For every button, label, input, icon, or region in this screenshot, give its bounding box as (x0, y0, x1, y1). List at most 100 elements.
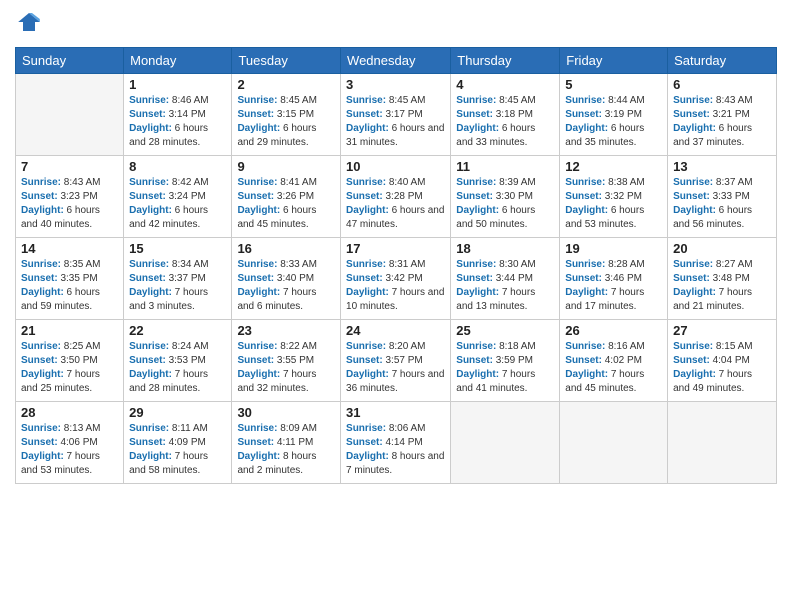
calendar-cell: 7 Sunrise: 8:43 AMSunset: 3:23 PMDaylight… (16, 156, 124, 238)
calendar-cell: 5 Sunrise: 8:44 AMSunset: 3:19 PMDaylight… (560, 74, 668, 156)
calendar-cell (560, 402, 668, 484)
calendar-cell (668, 402, 777, 484)
calendar-cell: 28 Sunrise: 8:13 AMSunset: 4:06 PMDayligh… (16, 402, 124, 484)
calendar-cell: 2 Sunrise: 8:45 AMSunset: 3:15 PMDaylight… (232, 74, 341, 156)
day-number: 28 (21, 405, 118, 420)
day-info: Sunrise: 8:24 AMSunset: 3:53 PMDaylight:… (129, 340, 226, 396)
day-info: Sunrise: 8:13 AMSunset: 4:06 PMDaylight:… (21, 422, 118, 478)
day-number: 25 (456, 323, 554, 338)
header (15, 10, 777, 39)
calendar-cell (451, 402, 560, 484)
week-row-5: 28 Sunrise: 8:13 AMSunset: 4:06 PMDayligh… (16, 402, 777, 484)
day-number: 3 (346, 77, 445, 92)
day-number: 22 (129, 323, 226, 338)
day-info: Sunrise: 8:39 AMSunset: 3:30 PMDaylight:… (456, 176, 554, 232)
day-number: 8 (129, 159, 226, 174)
day-number: 7 (21, 159, 118, 174)
calendar-cell: 6 Sunrise: 8:43 AMSunset: 3:21 PMDaylight… (668, 74, 777, 156)
calendar-cell: 11 Sunrise: 8:39 AMSunset: 3:30 PMDayligh… (451, 156, 560, 238)
calendar-cell: 22 Sunrise: 8:24 AMSunset: 3:53 PMDayligh… (124, 320, 232, 402)
calendar-cell (16, 74, 124, 156)
calendar-cell: 30Sunrise: 8:09 AMSunset: 4:11 PMDayligh… (232, 402, 341, 484)
column-header-monday: Monday (124, 48, 232, 74)
calendar-cell: 21 Sunrise: 8:25 AMSunset: 3:50 PMDayligh… (16, 320, 124, 402)
day-info: Sunrise: 8:37 AMSunset: 3:33 PMDaylight:… (673, 176, 771, 232)
calendar-cell: 31 Sunrise: 8:06 AMSunset: 4:14 PMDayligh… (341, 402, 451, 484)
day-number: 19 (565, 241, 662, 256)
page: SundayMondayTuesdayWednesdayThursdayFrid… (0, 0, 792, 612)
day-number: 20 (673, 241, 771, 256)
day-info: Sunrise: 8:34 AMSunset: 3:37 PMDaylight:… (129, 258, 226, 314)
day-info: Sunrise: 8:38 AMSunset: 3:32 PMDaylight:… (565, 176, 662, 232)
day-info: Sunrise: 8:16 AMSunset: 4:02 PMDaylight:… (565, 340, 662, 396)
column-header-wednesday: Wednesday (341, 48, 451, 74)
day-number: 31 (346, 405, 445, 420)
calendar-cell: 27 Sunrise: 8:15 AMSunset: 4:04 PMDayligh… (668, 320, 777, 402)
day-info: Sunrise: 8:35 AMSunset: 3:35 PMDaylight:… (21, 258, 118, 314)
day-info: Sunrise: 8:41 AMSunset: 3:26 PMDaylight:… (237, 176, 335, 232)
week-row-1: 1 Sunrise: 8:46 AMSunset: 3:14 PMDaylight… (16, 74, 777, 156)
day-number: 27 (673, 323, 771, 338)
calendar-cell: 8 Sunrise: 8:42 AMSunset: 3:24 PMDaylight… (124, 156, 232, 238)
logo (15, 10, 41, 39)
day-number: 18 (456, 241, 554, 256)
day-info: Sunrise: 8:30 AMSunset: 3:44 PMDaylight:… (456, 258, 554, 314)
day-info: Sunrise: 8:15 AMSunset: 4:04 PMDaylight:… (673, 340, 771, 396)
column-header-saturday: Saturday (668, 48, 777, 74)
calendar-cell: 24Sunrise: 8:20 AMSunset: 3:57 PMDayligh… (341, 320, 451, 402)
calendar-cell: 12Sunrise: 8:38 AMSunset: 3:32 PMDayligh… (560, 156, 668, 238)
calendar-cell: 26 Sunrise: 8:16 AMSunset: 4:02 PMDayligh… (560, 320, 668, 402)
day-number: 1 (129, 77, 226, 92)
day-info: Sunrise: 8:20 AMSunset: 3:57 PMDaylight:… (346, 340, 445, 396)
day-info: Sunrise: 8:28 AMSunset: 3:46 PMDaylight:… (565, 258, 662, 314)
day-number: 6 (673, 77, 771, 92)
column-header-friday: Friday (560, 48, 668, 74)
day-info: Sunrise: 8:06 AMSunset: 4:14 PMDaylight:… (346, 422, 445, 478)
calendar-cell: 23Sunrise: 8:22 AMSunset: 3:55 PMDayligh… (232, 320, 341, 402)
calendar-cell: 14 Sunrise: 8:35 AMSunset: 3:35 PMDayligh… (16, 238, 124, 320)
day-info: Sunrise: 8:45 AMSunset: 3:15 PMDaylight:… (237, 94, 335, 150)
calendar-cell: 3Sunrise: 8:45 AMSunset: 3:17 PMDaylight… (341, 74, 451, 156)
week-row-4: 21 Sunrise: 8:25 AMSunset: 3:50 PMDayligh… (16, 320, 777, 402)
calendar-header-row: SundayMondayTuesdayWednesdayThursdayFrid… (16, 48, 777, 74)
day-info: Sunrise: 8:42 AMSunset: 3:24 PMDaylight:… (129, 176, 226, 232)
calendar-cell: 13 Sunrise: 8:37 AMSunset: 3:33 PMDayligh… (668, 156, 777, 238)
day-info: Sunrise: 8:31 AMSunset: 3:42 PMDaylight:… (346, 258, 445, 314)
day-number: 4 (456, 77, 554, 92)
day-info: Sunrise: 8:25 AMSunset: 3:50 PMDaylight:… (21, 340, 118, 396)
calendar-cell: 15Sunrise: 8:34 AMSunset: 3:37 PMDayligh… (124, 238, 232, 320)
column-header-tuesday: Tuesday (232, 48, 341, 74)
day-info: Sunrise: 8:46 AMSunset: 3:14 PMDaylight:… (129, 94, 226, 150)
week-row-2: 7 Sunrise: 8:43 AMSunset: 3:23 PMDaylight… (16, 156, 777, 238)
day-info: Sunrise: 8:43 AMSunset: 3:23 PMDaylight:… (21, 176, 118, 232)
column-header-thursday: Thursday (451, 48, 560, 74)
day-number: 9 (237, 159, 335, 174)
day-info: Sunrise: 8:43 AMSunset: 3:21 PMDaylight:… (673, 94, 771, 150)
day-number: 23 (237, 323, 335, 338)
day-number: 11 (456, 159, 554, 174)
calendar-cell: 16Sunrise: 8:33 AMSunset: 3:40 PMDayligh… (232, 238, 341, 320)
day-number: 5 (565, 77, 662, 92)
day-number: 2 (237, 77, 335, 92)
calendar-cell: 18 Sunrise: 8:30 AMSunset: 3:44 PMDayligh… (451, 238, 560, 320)
day-number: 16 (237, 241, 335, 256)
day-info: Sunrise: 8:27 AMSunset: 3:48 PMDaylight:… (673, 258, 771, 314)
day-info: Sunrise: 8:11 AMSunset: 4:09 PMDaylight:… (129, 422, 226, 478)
day-number: 14 (21, 241, 118, 256)
calendar-cell: 29Sunrise: 8:11 AMSunset: 4:09 PMDayligh… (124, 402, 232, 484)
calendar-cell: 10Sunrise: 8:40 AMSunset: 3:28 PMDayligh… (341, 156, 451, 238)
day-number: 21 (21, 323, 118, 338)
calendar-cell: 1 Sunrise: 8:46 AMSunset: 3:14 PMDaylight… (124, 74, 232, 156)
logo-icon (17, 10, 41, 34)
day-number: 10 (346, 159, 445, 174)
day-info: Sunrise: 8:45 AMSunset: 3:18 PMDaylight:… (456, 94, 554, 150)
day-number: 30 (237, 405, 335, 420)
day-number: 26 (565, 323, 662, 338)
column-header-sunday: Sunday (16, 48, 124, 74)
calendar-cell: 19 Sunrise: 8:28 AMSunset: 3:46 PMDayligh… (560, 238, 668, 320)
day-info: Sunrise: 8:18 AMSunset: 3:59 PMDaylight:… (456, 340, 554, 396)
calendar-cell: 4 Sunrise: 8:45 AMSunset: 3:18 PMDaylight… (451, 74, 560, 156)
calendar-cell: 25 Sunrise: 8:18 AMSunset: 3:59 PMDayligh… (451, 320, 560, 402)
day-info: Sunrise: 8:44 AMSunset: 3:19 PMDaylight:… (565, 94, 662, 150)
day-number: 13 (673, 159, 771, 174)
